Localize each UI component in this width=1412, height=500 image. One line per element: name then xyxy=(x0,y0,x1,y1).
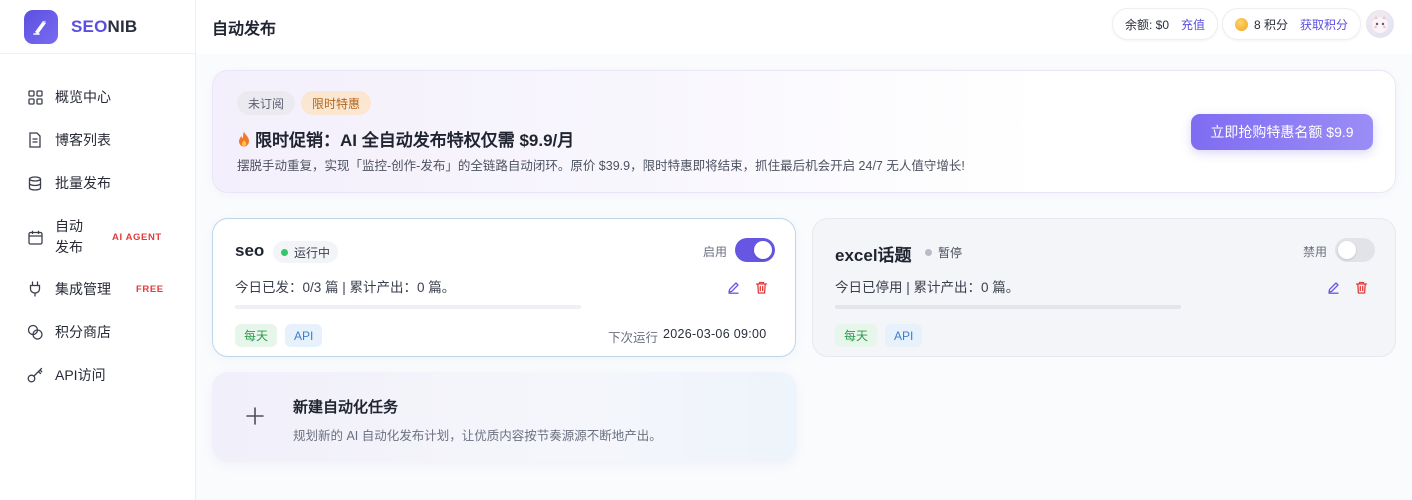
ai-agent-badge: AI AGENT xyxy=(112,231,162,243)
promo-title: 限时促销：AI 全自动发布特权仅需 $9.9/月 xyxy=(237,126,574,151)
sidebar-item-label: 集成管理 xyxy=(55,281,111,297)
free-badge: FREE xyxy=(136,283,164,295)
sidebar-item-blog-list[interactable]: 博客列表 xyxy=(0,130,196,150)
recharge-link[interactable]: 充值 xyxy=(1181,16,1205,33)
toggle-label: 启用 xyxy=(703,245,728,259)
limited-offer-tag: 限时特惠 xyxy=(301,91,372,115)
status-text: 运行中 xyxy=(294,245,331,260)
delete-icon[interactable] xyxy=(753,279,769,295)
promo-description: 摆脱手动重复，实现「监控-创作-发布」的全链路自动闭环。原价 $39.9，限时特… xyxy=(237,159,965,173)
delete-icon[interactable] xyxy=(1353,279,1369,295)
toggle-label: 禁用 xyxy=(1303,245,1328,259)
fire-icon xyxy=(239,131,249,146)
points-label: 8 积分 xyxy=(1254,17,1289,32)
sidebar-item-overview[interactable]: 概览中心 xyxy=(0,87,196,107)
coins-icon xyxy=(27,324,43,340)
status-dot xyxy=(925,248,932,256)
frequency-chip: 每天 xyxy=(235,324,278,347)
edit-icon[interactable] xyxy=(1325,279,1341,295)
task-card-excel[interactable]: excel话题 暂停 禁用 今日已停用 | 累计产出：0 篇。 每天 API xyxy=(812,218,1396,357)
points-pill: 8 积分 获取积分 xyxy=(1222,8,1362,40)
task-card-seo[interactable]: seo 运行中 启用 今日已发：0/3 篇 | 累计产出：0 篇。 每天 API… xyxy=(212,218,796,357)
page-title: 自动发布 xyxy=(212,21,277,38)
balance-label: 余额: $0 xyxy=(1125,17,1170,32)
get-points-link[interactable]: 获取积分 xyxy=(1300,16,1348,33)
toggle-knob xyxy=(1338,241,1356,259)
frequency-chip: 每天 xyxy=(835,324,878,347)
key-icon xyxy=(27,367,43,383)
task-name: seo xyxy=(235,241,265,260)
plus-icon xyxy=(246,407,264,425)
sidebar-item-label: 博客列表 xyxy=(55,132,111,148)
sidebar-item-label: 积分商店 xyxy=(55,324,111,340)
status-badge: 运行中 xyxy=(273,241,339,263)
edit-icon[interactable] xyxy=(725,279,741,295)
database-icon xyxy=(27,175,43,191)
sidebar-item-auto-publish[interactable]: 自动发布 AI AGENT xyxy=(0,216,196,258)
progress-bar xyxy=(835,305,1181,309)
top-bar: 自动发布 余额: $0 充值 8 积分 获取积分 xyxy=(196,0,1412,54)
toggle-knob xyxy=(754,241,772,259)
api-chip: API xyxy=(885,324,923,347)
api-chip: API xyxy=(285,324,323,347)
task-stats: 今日已停用 | 累计产出：0 篇。 xyxy=(835,280,1020,295)
sidebar-item-batch-publish[interactable]: 批量发布 xyxy=(0,173,196,193)
sidebar-item-label: 自动发布 xyxy=(55,218,83,255)
avatar[interactable] xyxy=(1366,10,1394,38)
promo-banner: 未订阅 限时特惠 限时促销：AI 全自动发布特权仅需 $9.9/月 摆脱手动重复… xyxy=(212,70,1396,193)
brand-name: SEONIB xyxy=(71,16,138,36)
new-task-description: 规划新的 AI 自动化发布计划，让优质内容按节奏源源不断地产出。 xyxy=(293,429,662,443)
buy-offer-button[interactable]: 立即抢购特惠名额 $9.9 xyxy=(1191,114,1373,150)
balance-pill: 余额: $0 充值 xyxy=(1112,8,1219,40)
sidebar-item-integrations[interactable]: 集成管理 FREE xyxy=(0,279,196,299)
sidebar-item-label: 批量发布 xyxy=(55,175,111,191)
status-dot xyxy=(281,248,288,256)
status-badge: 暂停 xyxy=(917,241,970,263)
unsubscribed-tag: 未订阅 xyxy=(237,91,296,115)
promo-title-text: 限时促销：AI 全自动发布特权仅需 $9.9/月 xyxy=(255,131,575,150)
coin-icon xyxy=(1235,17,1248,31)
next-run-label: 下次运行 xyxy=(608,331,659,345)
new-task-card[interactable]: 新建自动化任务 规划新的 AI 自动化发布计划，让优质内容按节奏源源不断地产出。 xyxy=(212,372,796,462)
plug-icon xyxy=(27,281,43,297)
document-icon xyxy=(27,132,43,148)
calendar-icon xyxy=(27,229,43,245)
enable-toggle[interactable] xyxy=(1335,238,1375,262)
new-task-title: 新建自动化任务 xyxy=(293,399,399,416)
next-run-time: 2026-03-06 09:00 xyxy=(663,327,767,341)
logo-icon xyxy=(24,9,58,44)
brand[interactable]: SEONIB xyxy=(0,0,195,54)
sidebar-item-label: 概览中心 xyxy=(55,89,111,105)
grid-icon xyxy=(27,89,43,105)
sidebar-item-api-access[interactable]: API访问 xyxy=(0,365,196,385)
sidebar-item-points-store[interactable]: 积分商店 xyxy=(0,322,196,342)
main-content: 未订阅 限时特惠 限时促销：AI 全自动发布特权仅需 $9.9/月 摆脱手动重复… xyxy=(196,54,1412,500)
status-text: 暂停 xyxy=(938,245,963,260)
task-stats: 今日已发：0/3 篇 | 累计产出：0 篇。 xyxy=(235,280,456,295)
enable-toggle[interactable] xyxy=(735,238,775,262)
sidebar-item-label: API访问 xyxy=(55,367,106,383)
sidebar: SEONIB 概览中心 博客列表 批量发布 自动发布 AI AGENT 集成管理… xyxy=(0,0,196,500)
task-name: excel话题 xyxy=(835,246,912,265)
progress-bar xyxy=(235,305,581,309)
